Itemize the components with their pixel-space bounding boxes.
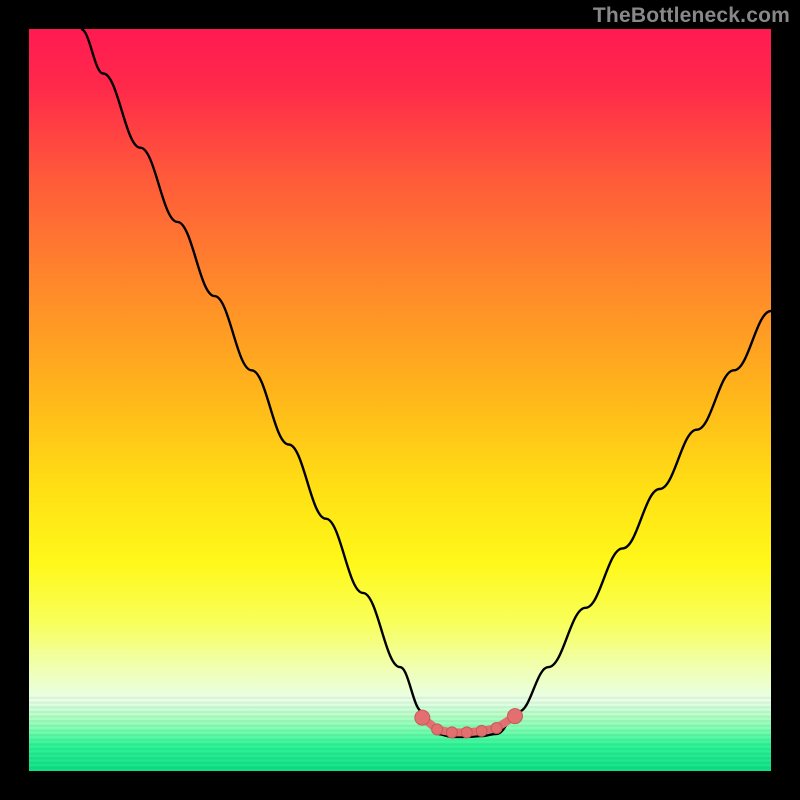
plateau-node (508, 709, 523, 724)
plateau-node (415, 710, 430, 725)
chart-frame (29, 29, 771, 771)
plateau-node (432, 724, 443, 735)
watermark-text: TheBottleneck.com (593, 4, 790, 28)
plateau-node (461, 727, 472, 738)
plateau-node (446, 727, 457, 738)
bottleneck-chart (29, 29, 771, 771)
gradient-background (29, 29, 771, 771)
plateau-node (476, 725, 487, 736)
plateau-node (491, 723, 502, 734)
